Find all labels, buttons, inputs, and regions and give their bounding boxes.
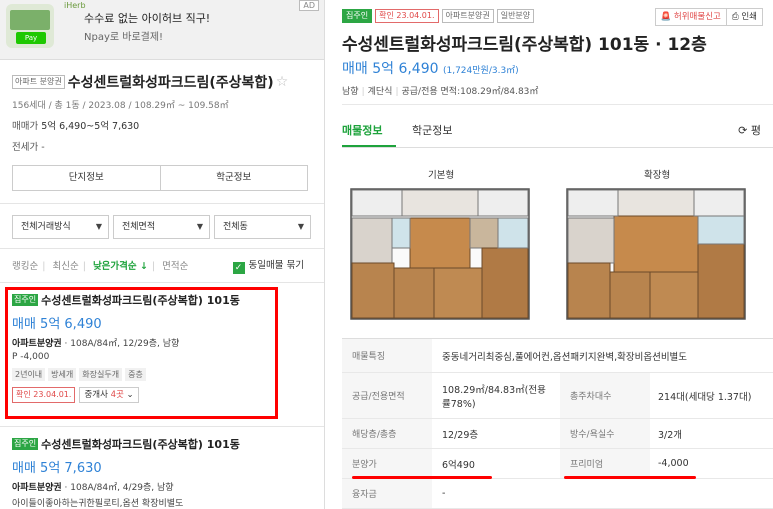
highlight-box	[5, 287, 278, 419]
siren-icon: 🚨	[660, 12, 672, 22]
listing-sub: 아이들이좋아하는귀한필로티,옵션 확장비별도	[12, 499, 184, 509]
sale-tag: 일반분양	[496, 9, 535, 23]
chevron-down-icon: ▼	[196, 222, 203, 231]
tab-listing-info[interactable]: 매물정보	[342, 122, 382, 138]
print-button[interactable]: ⎙ 인쇄	[726, 8, 763, 26]
ad-title: 수수료 없는 아이허브 직구!	[84, 12, 211, 25]
sort-bar: 랭킹순 | 최신순 | 낮은가격순 ↓ | 면적순 ✓ 동일매물 묶기	[12, 257, 312, 274]
ad-banner[interactable]: Pay iHerb 수수료 없는 아이허브 직구! Npay로 바로결제! AD	[0, 0, 324, 60]
area-toggle[interactable]: ⟳ 평	[738, 122, 761, 138]
report-button[interactable]: 🚨 허위매물신고	[654, 8, 727, 26]
confirm-date: 확인 23.04.01.	[375, 9, 439, 23]
highlight-underline	[564, 476, 696, 479]
detail-meta: 남향 | 계단식 | 공급/전용 면적:108.29㎡/84.83㎡	[342, 87, 539, 97]
ad-subtitle: Npay로 바로결제!	[84, 32, 164, 43]
table-row: 매물특징 중동네거리최중심,풀에어컨,옵션패키지완벽,확장비옵션비별도	[342, 339, 773, 373]
divider	[0, 282, 324, 283]
detail-title: 수성센트럴화성파크드림(주상복합) 101동 · 12층	[342, 35, 707, 55]
detail-tabs: 매물정보 학군정보 ⟳ 평	[342, 110, 773, 148]
type-tag: 아파트분양권	[441, 9, 494, 23]
complex-price: 매매가 5억 6,490~5억 7,630	[12, 121, 140, 132]
table-row: 융자금 -	[342, 479, 773, 509]
complex-buttons: 단지정보 학군정보	[12, 165, 308, 191]
complex-jeonse: 전세가 -	[12, 142, 45, 153]
listing-detail-table: 매물특징 중동네거리최중심,풀에어컨,옵션패키지완벽,확장비옵션비별도 공급/전…	[342, 338, 773, 509]
school-info-button[interactable]: 학군정보	[159, 166, 308, 190]
tab-school-info[interactable]: 학군정보	[412, 122, 452, 138]
table-row: 공급/전용면적 108.29㎡/84.83㎡(전용률78%) 총주차대수 214…	[342, 373, 773, 419]
print-icon: ⎙	[731, 12, 739, 22]
divider	[0, 203, 324, 204]
ad-brand: iHerb	[64, 1, 86, 10]
sort-area[interactable]: 면적순	[162, 261, 188, 272]
owner-badge: 집주인	[12, 438, 39, 450]
listing-detail: 아파트분양권 · 108A/84㎡, 4/29층, 남향	[12, 483, 174, 493]
listing-title: 수성센트럴화성파크드림(주상복합) 101동	[41, 438, 240, 451]
plan-extended-label: 확장형	[644, 170, 671, 181]
sort-recent[interactable]: 최신순	[52, 261, 78, 272]
active-tab-indicator	[342, 145, 396, 147]
detail-badges: 집주인 확인 23.04.01. 아파트분양권 일반분양	[342, 9, 535, 23]
sort-low-price[interactable]: 낮은가격순 ↓	[93, 261, 148, 272]
refresh-icon: ⟳	[738, 124, 748, 137]
complex-tag: 아파트 분양권	[12, 75, 65, 89]
chevron-down-icon: ▼	[95, 222, 102, 231]
ad-image: Pay	[6, 4, 54, 48]
divider	[0, 426, 324, 427]
same-listing-toggle[interactable]: ✓ 동일매물 묶기	[232, 257, 308, 274]
detail-panel: 집주인 확인 23.04.01. 아파트분양권 일반분양 🚨 허위매물신고 ⎙ …	[326, 0, 773, 509]
filter-trade-type[interactable]: 전체거래방식 ▼	[12, 215, 109, 239]
listing-price: 매매 5억 7,630	[12, 461, 102, 476]
table-row: 해당층/총층 12/29층 방수/욕실수 3/2개	[342, 419, 773, 449]
detail-actions: 🚨 허위매물신고 ⎙ 인쇄	[654, 8, 763, 26]
plan-basic-label: 기본형	[428, 170, 455, 181]
complex-summary: 아파트 분양권 수성센트럴화성파크드림(주상복합) ☆ 156세대 / 총 1동 /…	[12, 72, 312, 153]
floor-plan-extended[interactable]	[566, 188, 746, 320]
filter-area[interactable]: 전체면적 ▼	[113, 215, 210, 239]
owner-badge: 집주인	[342, 9, 373, 23]
listing-panel: Pay iHerb 수수료 없는 아이허브 직구! Npay로 바로결제! AD…	[0, 0, 325, 509]
checkbox-icon: ✓	[232, 262, 245, 274]
divider	[0, 248, 324, 249]
detail-price: 매매 5억 6,490 (1,724만원/3.3㎡)	[342, 61, 519, 77]
complex-title: 수성센트럴화성파크드림(주상복합)	[67, 75, 274, 91]
complex-info-button[interactable]: 단지정보	[13, 166, 160, 190]
floor-plan-basic[interactable]	[350, 188, 530, 320]
filter-building[interactable]: 전체동 ▼	[214, 215, 311, 239]
divider	[342, 104, 773, 105]
chevron-down-icon: ▼	[297, 222, 304, 231]
sort-rank[interactable]: 랭킹순	[12, 261, 38, 272]
ad-mark: AD	[299, 0, 319, 11]
star-icon[interactable]: ☆	[276, 74, 289, 90]
filter-bar: 전체거래방식 ▼ 전체면적 ▼ 전체동 ▼	[12, 215, 311, 239]
complex-meta: 156세대 / 총 1동 / 2023.08 / 108.29㎡ ~ 109.5…	[12, 101, 229, 111]
table-row: 분양가 6억490 프리미엄 -4,000	[342, 449, 773, 479]
highlight-underline	[352, 476, 492, 479]
